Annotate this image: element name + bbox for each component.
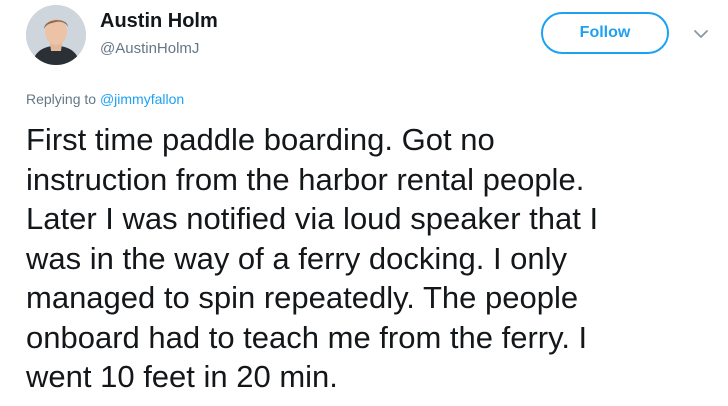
tweet-text-line: Later I was notified via loud speaker th… [26,201,599,236]
follow-button[interactable]: Follow [541,12,669,54]
tweet-text-line: went 10 feet in 20 min. [26,359,338,394]
reply-prefix: Replying to [26,91,100,107]
tweet-text-line: onboard had to teach me from the ferry. … [26,319,588,355]
tweet-text-line: managed to spin repeatedly. The people [26,280,579,315]
tweet-card: Austin Holm @AustinHolmJ Follow Replying… [0,0,728,406]
tweet-text-line: was in the way of a ferry docking. I onl… [26,240,568,276]
reply-mention-link[interactable]: @jimmyfallon [100,91,184,107]
avatar[interactable] [26,5,86,65]
tweet-text: First time paddle boarding. Got no instr… [26,120,716,397]
tweet-text-line: instruction from the harbor rental peopl… [26,161,585,197]
profile-photo-icon [26,5,86,65]
reply-context: Replying to @jimmyfallon [26,91,184,107]
chevron-down-icon[interactable] [690,23,712,45]
tweet-text-line: First time paddle boarding. Got no [26,122,495,157]
username-handle[interactable]: @AustinHolmJ [100,40,199,57]
display-name[interactable]: Austin Holm [100,10,218,33]
